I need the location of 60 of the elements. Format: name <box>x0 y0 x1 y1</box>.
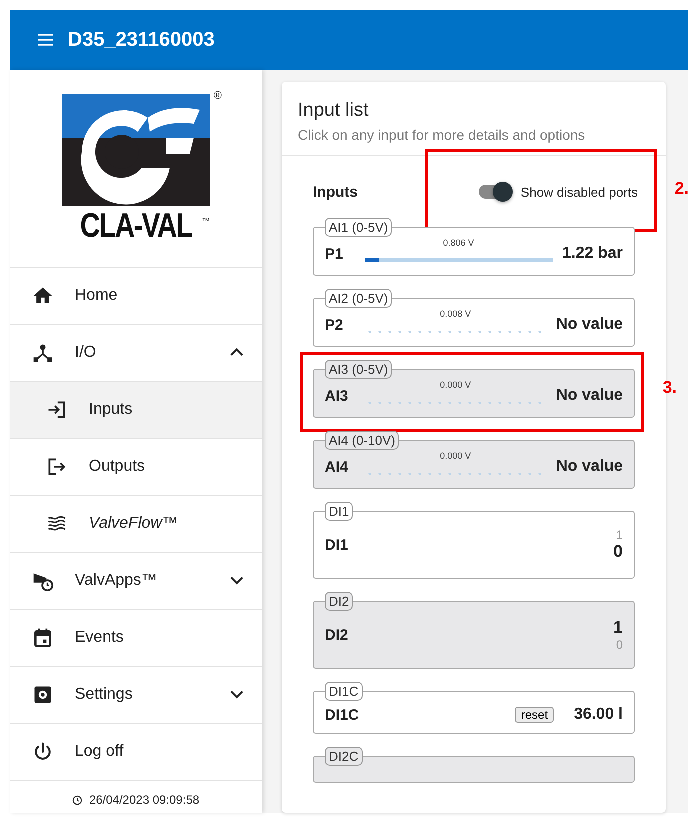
annotation-label: 2. <box>674 179 688 199</box>
voltage-reading: 0.000 V <box>439 451 472 461</box>
input-value: No value <box>556 458 623 476</box>
nav-item[interactable]: Events <box>10 610 262 667</box>
nav-item[interactable]: ValvApps™ <box>10 553 262 610</box>
toggle-label: Show disabled ports <box>520 184 638 200</box>
trademark-mark: ™ <box>202 216 210 226</box>
card-title: Input list <box>298 100 370 122</box>
input-value: 36.00 l <box>574 706 623 724</box>
app-title: D35_231160003 <box>68 28 215 52</box>
toggle-switch[interactable] <box>476 182 513 202</box>
input-name: AI4 <box>325 458 350 476</box>
port-tag: DI2C <box>325 747 363 766</box>
input-name: DI1 <box>325 536 350 554</box>
nav-item[interactable]: Outputs <box>10 439 262 496</box>
section-label: Inputs <box>313 184 358 200</box>
input-value: No value <box>556 316 623 334</box>
chevron-up-icon <box>230 348 244 357</box>
input-value: 1.22 bar <box>562 245 623 263</box>
voltage-reading: 0.806 V <box>442 238 476 248</box>
nav-item[interactable]: Inputs <box>10 382 262 439</box>
state-value: 1 <box>614 618 623 638</box>
port-tag: DI1 <box>325 502 354 521</box>
card-subtitle: Click on any input for more details and options <box>298 127 586 143</box>
chevron-down-icon <box>230 576 244 585</box>
port-tag: AI3 (0-5V) <box>325 360 392 379</box>
enter-arrow-icon <box>46 399 68 421</box>
state-value: 0 <box>616 638 623 652</box>
gear-icon <box>32 684 54 706</box>
calendar-icon <box>32 627 54 649</box>
input-name: P2 <box>325 316 344 334</box>
reset-button[interactable]: reset <box>515 707 554 723</box>
state-value: 0 <box>614 542 623 562</box>
input-name: DI2 <box>325 626 350 644</box>
input-name: AI3 <box>325 388 350 404</box>
chevron-down-icon <box>230 690 244 699</box>
nav-item[interactable]: I/O <box>10 325 262 382</box>
port-tag: DI2 <box>325 592 354 611</box>
annotation-label: 3. <box>662 378 677 398</box>
clock-icon <box>72 794 84 806</box>
port-tag: AI1 (0-5V) <box>325 218 392 237</box>
port-tag: DI1C <box>325 682 363 701</box>
timestamp: 26/04/2023 09:09:58 <box>89 793 200 807</box>
nav-item[interactable]: Settings <box>10 667 262 724</box>
voltage-reading: 0.008 V <box>439 309 472 319</box>
input-value: No value <box>556 387 623 405</box>
port-tag: AI4 (0-10V) <box>325 431 400 450</box>
fork-icon <box>32 342 54 364</box>
nav-item[interactable]: Log off <box>10 724 262 781</box>
input-name: DI1C <box>325 706 360 724</box>
port-tag: AI2 (0-5V) <box>325 289 392 308</box>
logo-text: CLA-VAL <box>80 208 192 244</box>
exit-arrow-icon <box>46 456 68 478</box>
nav-item[interactable]: Home <box>10 268 262 325</box>
power-icon <box>32 741 54 763</box>
registered-mark: ® <box>214 90 222 102</box>
voltage-reading: 0.000 V <box>439 380 472 390</box>
nav-item[interactable]: ValveFlow™ <box>10 496 262 553</box>
state-value: 1 <box>616 528 623 542</box>
input-name: P1 <box>325 246 344 262</box>
